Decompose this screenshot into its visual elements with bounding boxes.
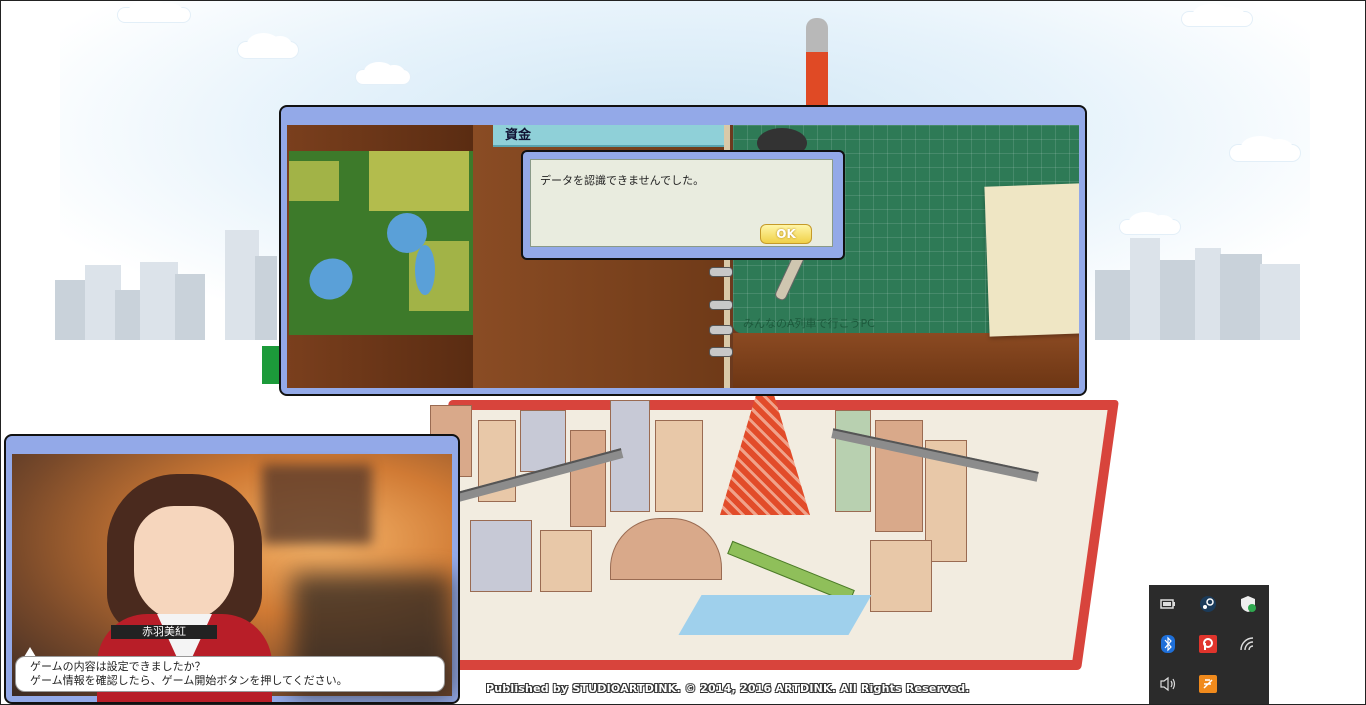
binder-ring bbox=[709, 300, 733, 310]
popup-building bbox=[570, 430, 606, 527]
popup-building bbox=[470, 520, 532, 592]
battery-icon[interactable] bbox=[1157, 593, 1179, 615]
wifi-icon[interactable] bbox=[1237, 633, 1259, 655]
system-tray-popup bbox=[1149, 585, 1269, 705]
popup-building bbox=[540, 530, 592, 592]
red-app-icon[interactable] bbox=[1197, 633, 1219, 655]
copyright-text: Published by STUDIOARTDINK. © 2014, 2016… bbox=[486, 682, 970, 695]
cloud bbox=[238, 33, 298, 58]
ok-button[interactable]: OK bbox=[760, 224, 812, 244]
cloud bbox=[118, 0, 190, 22]
dialogue-line: ゲームの内容は設定できましたか？ bbox=[30, 660, 206, 673]
tokyo-tower-top bbox=[806, 18, 828, 108]
minimap[interactable] bbox=[289, 151, 473, 335]
popup-building bbox=[520, 410, 566, 472]
security-shield-icon[interactable] bbox=[1237, 593, 1259, 615]
character-name: 赤羽美紅 bbox=[111, 625, 217, 639]
volume-icon[interactable] bbox=[1157, 673, 1179, 695]
steam-icon[interactable] bbox=[1197, 593, 1219, 615]
error-dialog: データを認識できませんでした。 OK bbox=[521, 150, 845, 260]
binder-ring bbox=[709, 325, 733, 335]
speech-bubble[interactable]: ゲームの内容は設定できましたか？ ゲーム情報を確認したら、ゲーム開始ボタンを押し… bbox=[15, 656, 445, 692]
dialog-message: データを認識できませんでした。 bbox=[540, 174, 705, 187]
cloud bbox=[356, 62, 410, 84]
green-sign bbox=[262, 346, 280, 384]
popup-building bbox=[870, 540, 932, 612]
popup-building bbox=[875, 420, 923, 532]
sticky-note bbox=[984, 183, 1079, 337]
river bbox=[678, 595, 872, 635]
cloud bbox=[1182, 4, 1252, 26]
orange-app-icon[interactable] bbox=[1197, 673, 1219, 695]
cloud bbox=[1230, 136, 1300, 161]
popup-building bbox=[835, 410, 871, 512]
dialogue-line: ゲーム情報を確認したら、ゲーム開始ボタンを押してください。 bbox=[30, 674, 348, 687]
popup-building bbox=[655, 420, 703, 512]
bluetooth-icon[interactable] bbox=[1157, 633, 1179, 655]
binder-ring bbox=[709, 267, 733, 277]
character-face bbox=[134, 506, 234, 621]
board-caption: みんなのA列車で行こうPC bbox=[743, 317, 875, 330]
binder-ring bbox=[709, 347, 733, 357]
funds-tab[interactable]: 資金 bbox=[493, 125, 727, 147]
